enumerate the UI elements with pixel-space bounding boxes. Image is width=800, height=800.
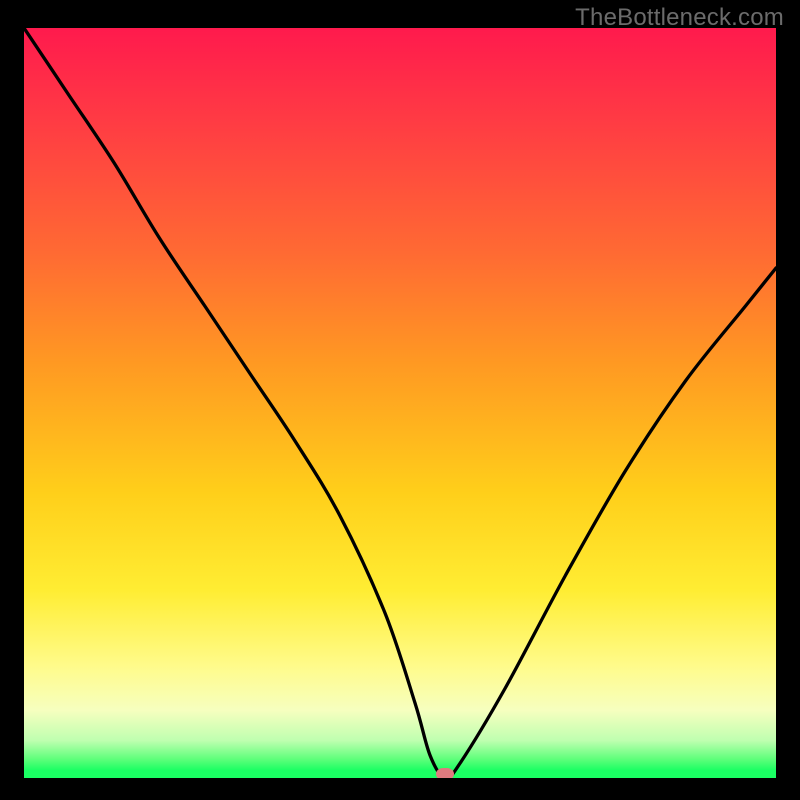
bottleneck-curve (24, 28, 776, 778)
optimal-point-marker (436, 768, 454, 778)
watermark-text: TheBottleneck.com (575, 4, 784, 32)
plot-area (24, 28, 776, 778)
chart-frame: TheBottleneck.com (0, 0, 800, 800)
